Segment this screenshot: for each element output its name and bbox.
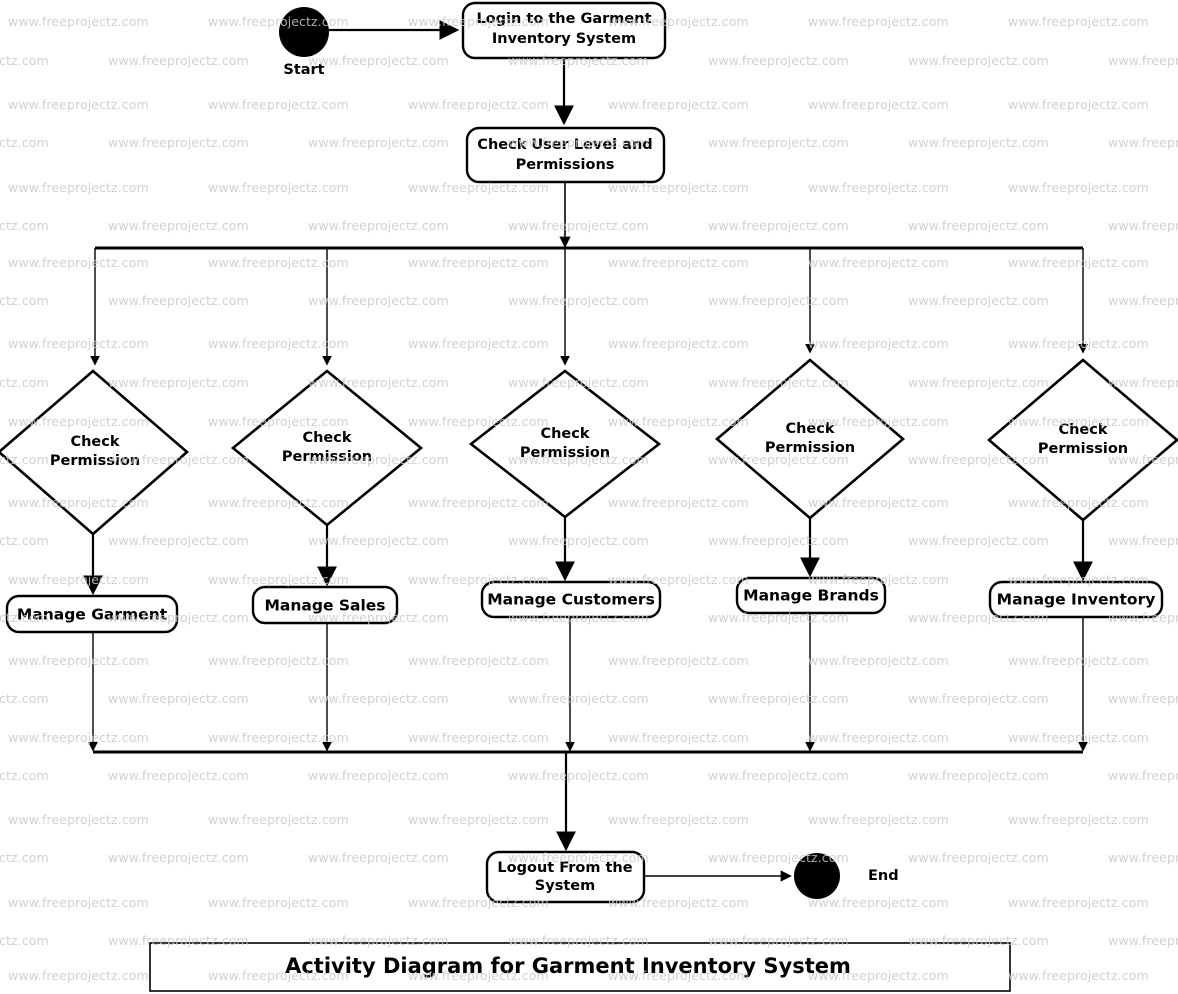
decision-check-permission-4-label-line1: Check <box>785 421 834 437</box>
activity-check-user-level-label-line1: Check User Level and <box>477 137 652 153</box>
decision-check-permission-5-label-line2: Permission <box>1038 441 1128 457</box>
decision-check-permission-2-shape <box>230 369 424 527</box>
decision-check-permission-1-label-line2: Permission <box>50 453 140 469</box>
decision-check-permission-2-label-line2: Permission <box>282 449 372 465</box>
start-node-circle <box>279 7 329 57</box>
decision-check-permission-2[interactable]: Check Permission <box>230 369 424 527</box>
activity-diagram-canvas: Start Login to the Garment Inventory Sys… <box>0 0 1178 994</box>
decision-check-permission-3-label-line1: Check <box>540 426 589 442</box>
activity-check-user-level[interactable]: Check User Level and Permissions <box>465 126 666 184</box>
decision-check-permission-3[interactable]: Check Permission <box>468 369 662 519</box>
activity-manage-brands-label: Manage Brands <box>743 587 879 605</box>
end-node[interactable]: End <box>794 853 899 899</box>
activity-logout-label-line2: System <box>535 878 595 894</box>
decision-check-permission-3-shape <box>468 369 662 519</box>
decision-check-permission-3-label-line2: Permission <box>520 445 610 461</box>
start-node[interactable]: Start <box>279 7 329 78</box>
decision-check-permission-4-label-line2: Permission <box>765 440 855 456</box>
activity-login-label-line2: Inventory System <box>492 31 636 47</box>
decision-check-permission-4-shape <box>714 358 906 520</box>
activity-manage-sales-label: Manage Sales <box>264 597 385 615</box>
activity-logout-label-line1: Logout From the <box>497 860 632 876</box>
activity-login-label-line1: Login to the Garment <box>476 11 651 27</box>
decision-check-permission-2-label-line1: Check <box>302 430 351 446</box>
diagram-title-bar: Activity Diagram for Garment Inventory S… <box>149 942 1011 992</box>
decision-check-permission-1-label-line1: Check <box>70 434 119 450</box>
start-node-label: Start <box>283 62 324 78</box>
end-node-circle <box>794 853 840 899</box>
activity-manage-customers-label: Manage Customers <box>487 591 655 609</box>
diagram-title-text: Activity Diagram for Garment Inventory S… <box>285 954 851 978</box>
end-node-label: End <box>868 868 899 884</box>
decision-check-permission-4[interactable]: Check Permission <box>714 358 906 520</box>
activity-check-user-level-label-line2: Permissions <box>516 157 615 173</box>
decision-check-permission-5-shape <box>986 358 1178 522</box>
activity-login[interactable]: Login to the Garment Inventory System <box>461 1 667 60</box>
activity-manage-garment[interactable]: Manage Garment <box>5 594 179 634</box>
activity-diagram-svg: Start Login to the Garment Inventory Sys… <box>0 1 1178 992</box>
decision-check-permission-1[interactable]: Check Permission <box>0 369 189 536</box>
activity-manage-brands[interactable]: Manage Brands <box>735 576 887 615</box>
activity-manage-inventory-label: Manage Inventory <box>997 591 1156 609</box>
activity-manage-sales[interactable]: Manage Sales <box>251 585 399 625</box>
activity-logout[interactable]: Logout From the System <box>485 850 646 904</box>
activity-manage-inventory[interactable]: Manage Inventory <box>988 580 1164 619</box>
decision-check-permission-5-label-line1: Check <box>1058 422 1107 438</box>
decision-check-permission-5[interactable]: Check Permission <box>986 358 1178 522</box>
activity-manage-customers[interactable]: Manage Customers <box>480 580 662 619</box>
activity-manage-garment-label: Manage Garment <box>17 606 168 624</box>
